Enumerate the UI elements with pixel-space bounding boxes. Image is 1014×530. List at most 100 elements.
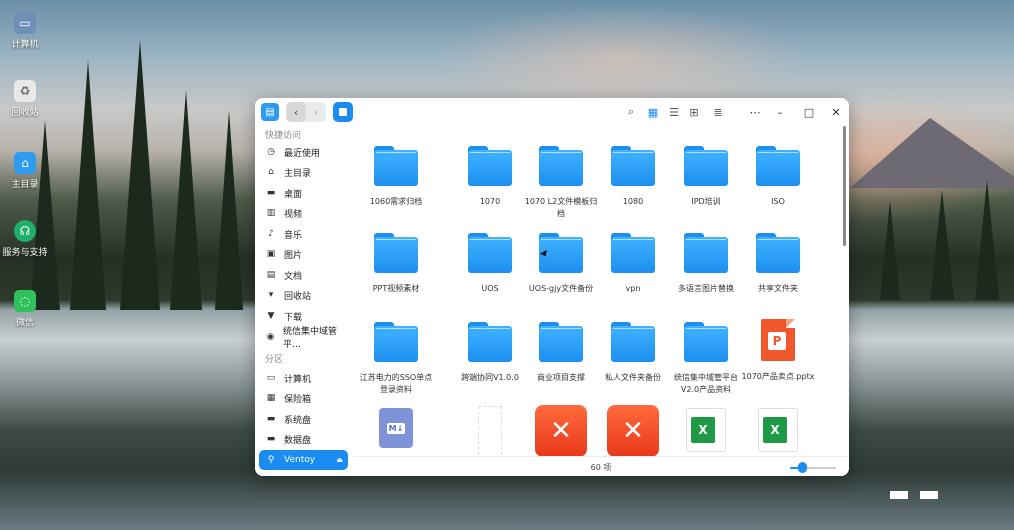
sidebar-item-music[interactable]: ♪ 音乐 [259, 224, 348, 244]
tree-view-icon[interactable]: ⊞ [686, 104, 702, 120]
sidebar-item-pictures[interactable]: ▣ 图片 [259, 244, 348, 264]
file-item[interactable]: 1060需求归档 [357, 146, 435, 208]
file-name: PPT视频素材 [372, 284, 420, 293]
sidebar-item-domain-platform[interactable]: ◉ 统信集中域管平… [259, 327, 348, 350]
zoom-slider-handle[interactable] [798, 462, 807, 473]
file-item[interactable]: 共享文件夹 [739, 233, 817, 295]
sidebar-item-vault[interactable]: ▦ 保险箱 [259, 388, 348, 408]
file-name: 跨端协同V1.0.0 [461, 373, 519, 382]
desktop-icon-label: 主目录 [11, 180, 39, 190]
computer-icon: ▭ [14, 12, 36, 34]
folder-icon [611, 146, 655, 186]
file-item[interactable]: 跨端协同V1.0.0 [451, 322, 529, 384]
file-item[interactable]: 1080 [594, 146, 672, 208]
folder-icon [611, 322, 655, 362]
wallpaper-tree [70, 60, 106, 310]
desktop-icon-home[interactable]: ⌂ 主目录 [0, 152, 50, 190]
wallpaper-mountain [850, 118, 1014, 188]
file-item[interactable]: 1070 L2文件模板归档 [522, 146, 600, 220]
xmind-file-icon: ✕ [607, 405, 659, 457]
sidebar-item-data-disk[interactable]: ▬ 数据盘 [259, 429, 348, 449]
usb-icon: ⚲ [267, 455, 275, 465]
file-item[interactable]: ISO [739, 146, 817, 208]
download-icon: ▼ [267, 311, 275, 321]
blank-file-icon [478, 406, 502, 460]
sidebar-item-label: Ventoy [284, 455, 316, 465]
folder-icon [611, 233, 655, 273]
file-item[interactable]: M↓ [357, 408, 435, 448]
file-item[interactable]: UOS-gjy文件备份 [522, 233, 600, 295]
file-item[interactable]: 商业项目支撑 [522, 322, 600, 384]
home-icon: ⌂ [268, 167, 274, 177]
wallpaper-tree [30, 120, 60, 310]
file-item[interactable] [451, 406, 529, 460]
desktop-icon-support[interactable]: ☊ 服务与支持 [0, 220, 50, 258]
file-item[interactable]: X [667, 408, 745, 452]
folder-icon [539, 322, 583, 362]
desktop-icon-label: 服务与支持 [2, 248, 48, 258]
file-item[interactable]: 私人文件夹备份 [594, 322, 672, 384]
sidebar-item-downloads[interactable]: ▼ 下载 [259, 306, 348, 326]
breadcrumb-device-button[interactable] [333, 102, 353, 122]
desktop-icon-trash[interactable]: ♻ 回收站 [0, 80, 50, 118]
sidebar-item-ventoy[interactable]: ⚲ Ventoy ⏏ [259, 450, 348, 470]
sidebar-item-label: 主目录 [284, 168, 312, 179]
sidebar-item-label: 保险箱 [284, 394, 312, 405]
file-name: 1070 L2文件模板归档 [524, 197, 598, 218]
file-item[interactable]: 统信集中域管平台V2.0产品资料 [667, 322, 745, 396]
sidebar-item-system-disk[interactable]: ▬ 系统盘 [259, 409, 348, 429]
file-item[interactable]: P 1070产品卖点.pptx [739, 319, 817, 383]
vertical-scrollbar[interactable] [843, 126, 846, 246]
icon-view-icon[interactable]: ▦ [645, 104, 661, 120]
folder-icon [756, 233, 800, 273]
watermark-blocks [890, 491, 950, 502]
folder-icon [374, 233, 418, 273]
back-button[interactable]: ‹ [286, 102, 306, 122]
file-item[interactable]: ✕ [594, 405, 672, 457]
forward-button[interactable]: › [306, 102, 326, 122]
file-name: 共享文件夹 [758, 284, 798, 293]
file-name: 1070 [479, 197, 501, 206]
sidebar-item-recent[interactable]: ◷ 最近使用 [259, 142, 348, 162]
sidebar-item-desktop[interactable]: ▬ 桌面 [259, 183, 348, 203]
sidebar-item-documents[interactable]: ▤ 文档 [259, 265, 348, 285]
sidebar: 快捷访问 ◷ 最近使用 ⌂ 主目录 ▬ 桌面 ▥ 视频 ♪ 音乐 ▣ 图片 ▤ 文档 ▾ 回收站… [255, 126, 353, 476]
sidebar-item-computer[interactable]: ▭ 计算机 [259, 368, 348, 388]
search-icon[interactable]: ⌕ [623, 104, 639, 120]
file-item[interactable]: UOS [451, 233, 529, 295]
sidebar-item-trash[interactable]: ▾ 回收站 [259, 285, 348, 305]
close-icon[interactable]: ✕ [827, 103, 845, 121]
folder-icon [468, 322, 512, 362]
file-item[interactable]: 江苏电力的SSO单点登录资料 [357, 322, 435, 396]
file-name: UOS [481, 284, 499, 293]
list-view-icon[interactable]: ☰ [666, 104, 682, 120]
desktop-icon-computer[interactable]: ▭ 计算机 [0, 12, 50, 50]
sidebar-item-label: 系统盘 [284, 415, 312, 426]
eject-icon[interactable]: ⏏ [336, 456, 343, 464]
file-name: vpn [625, 284, 641, 293]
maximize-icon[interactable]: □ [800, 103, 818, 121]
powerpoint-file-icon: P [761, 319, 795, 361]
file-item[interactable]: PPT视频素材 [357, 233, 435, 295]
file-item[interactable]: 1070 [451, 146, 529, 208]
sidebar-item-video[interactable]: ▥ 视频 [259, 203, 348, 223]
more-icon[interactable]: ⋯ [746, 103, 764, 121]
file-item[interactable]: 多语言图片替换 [667, 233, 745, 295]
sidebar-item-home[interactable]: ⌂ 主目录 [259, 162, 348, 182]
picture-icon: ▣ [266, 249, 276, 259]
file-item[interactable]: X [739, 408, 817, 452]
markdown-file-icon: M↓ [379, 408, 413, 448]
desktop-icon-label: 回收站 [11, 108, 39, 118]
file-item[interactable]: ✕ [522, 405, 600, 457]
file-item[interactable]: IPD培训 [667, 146, 745, 208]
desktop-icon-label: 微信 [15, 318, 34, 328]
domain-icon: ◉ [266, 332, 275, 342]
minimize-icon[interactable]: – [771, 103, 789, 121]
file-name: 1080 [622, 197, 644, 206]
desktop-icon-wechat[interactable]: ◌ 微信 [0, 290, 50, 328]
xmind-file-icon: ✕ [535, 405, 587, 457]
file-name: 1070产品卖点.pptx [741, 372, 815, 381]
desktop-icon: ▬ [266, 188, 276, 198]
file-item[interactable]: vpn [594, 233, 672, 295]
detail-panel-icon[interactable]: ≣ [710, 104, 726, 120]
